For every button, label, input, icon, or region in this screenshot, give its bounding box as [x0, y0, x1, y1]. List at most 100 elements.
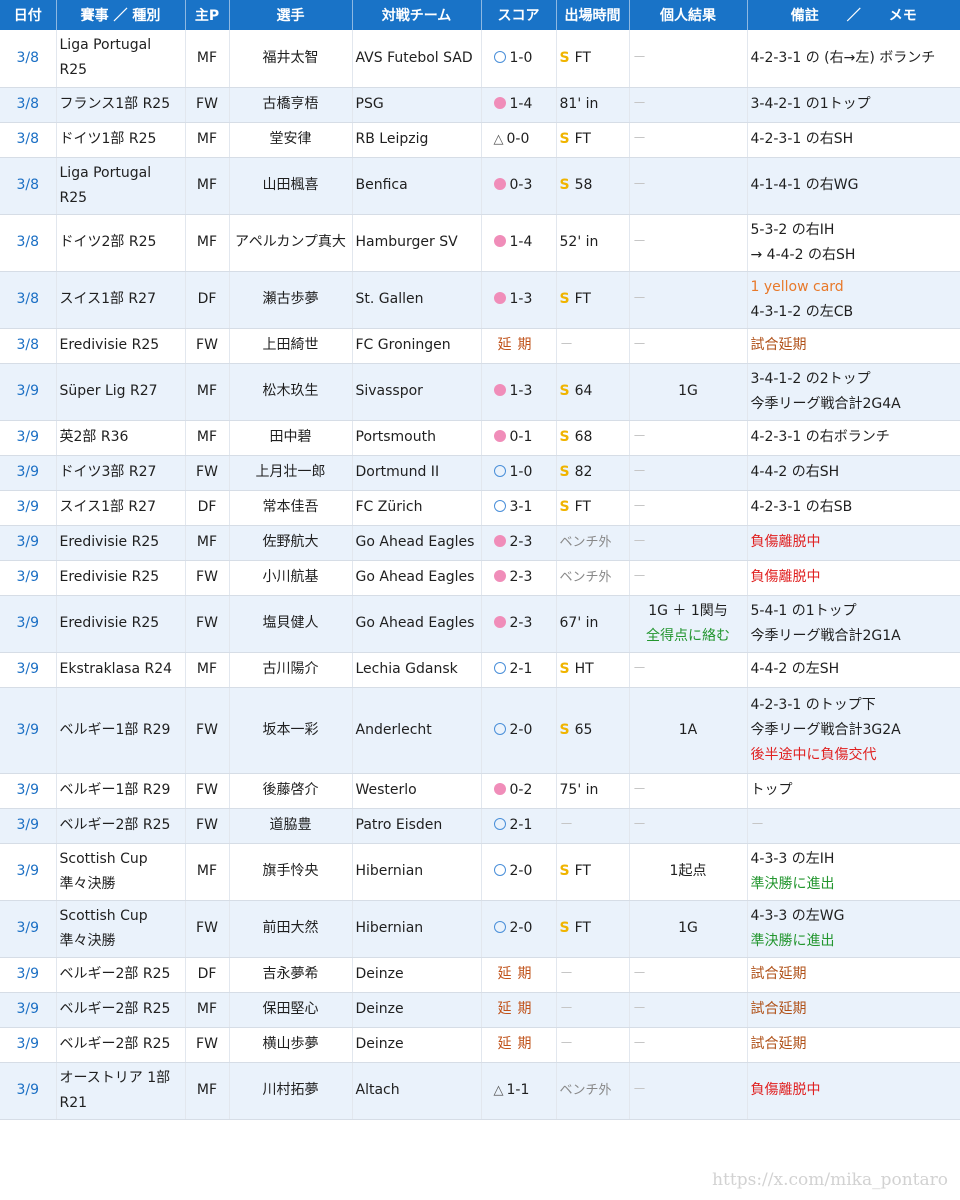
date-cell: 3/9 [0, 843, 57, 901]
competition-cell: スイス1部 R27 [56, 490, 186, 526]
player-cell: 横山歩夢 [229, 1027, 353, 1063]
score-cell: 2-3 [481, 560, 557, 596]
competition-line: ドイツ3部 R27 [59, 464, 157, 480]
table-row: 3/8 Liga Portugal R25 MF 福井太智 AVS Futebol SAD… [0, 30, 960, 88]
competition-line: Eredivisie R25 [59, 534, 160, 550]
score-value: 延期 [497, 966, 538, 982]
loss-dot-icon [493, 783, 506, 795]
result-line: － [632, 817, 647, 833]
player-cell: 後藤啓介 [229, 773, 353, 809]
score-value: 1-4 [509, 96, 533, 112]
note-line: 試合延期 [750, 337, 807, 353]
table-row: 3/8 ドイツ2部 R25 MF アペルカンプ真大 Hamburger SV 1-4 52'… [0, 214, 960, 272]
score-value: 1-3 [509, 291, 533, 307]
loss-dot-icon [493, 384, 506, 396]
table-row: 3/9 Scottish Cup 準々決勝 FW 前田大然 Hibernian 2-0 S FT… [0, 900, 960, 958]
minutes-value: 65 [574, 721, 593, 738]
position-cell: FW [185, 87, 230, 123]
position-cell: FW [185, 1027, 230, 1063]
note-line: 後半途中に負傷交代 [750, 746, 877, 763]
note-cell: 負傷離脱中 [747, 1062, 960, 1120]
date-cell: 3/9 [0, 808, 57, 844]
competition-cell: ベルギー1部 R29 [56, 773, 186, 809]
opponent-cell: Anderlecht [352, 687, 482, 774]
result-cell: － [629, 652, 748, 688]
score-value: 2-1 [509, 661, 533, 677]
competition-line: R21 [59, 1094, 88, 1111]
date-cell: 3/8 [0, 30, 57, 88]
minutes-value: ベンチ外 [559, 535, 612, 550]
note-line: 負傷離脱中 [750, 1082, 821, 1098]
competition-cell: Liga Portugal R25 [56, 30, 186, 88]
date-cell: 3/9 [0, 992, 57, 1028]
result-line: － [632, 429, 647, 445]
competition-line: Eredivisie R25 [59, 337, 160, 353]
table-row: 3/9 ベルギー2部 R25 MF 保田堅心 Deinze 延期 － － 試合延期 [0, 992, 960, 1028]
player-cell: 堂安律 [229, 122, 353, 158]
loss-dot-icon [493, 535, 506, 547]
minutes-value: 75' in [559, 782, 599, 798]
result-line: 1G [678, 920, 698, 936]
player-cell: 小川航基 [229, 560, 353, 596]
player-cell: 吉永夢希 [229, 957, 353, 993]
position-cell: FW [185, 455, 230, 491]
opponent-cell: Go Ahead Eagles [352, 560, 482, 596]
table-row: 3/8 Eredivisie R25 FW 上田綺世 FC Groningen 延期 － － 試… [0, 328, 960, 364]
table-row: 3/9 ベルギー2部 R25 FW 道脇豊 Patro Eisden 2-1 － － － [0, 808, 960, 844]
result-cell: 1A [629, 687, 748, 774]
score-cell: 1-3 [481, 271, 557, 329]
header-player: 選手 [229, 0, 353, 30]
competition-cell: ベルギー2部 R25 [56, 808, 186, 844]
table-row: 3/9 ドイツ3部 R27 FW 上月壮一郎 Dortmund II 1-0 S 82 － 4-4… [0, 455, 960, 491]
opponent-cell: Altach [352, 1062, 482, 1120]
win-circle-icon [493, 921, 506, 933]
minutes-cell: ベンチ外 [556, 1062, 630, 1120]
note-line: → 4-4-2 の右SH [750, 246, 856, 263]
player-cell: 古川陽介 [229, 652, 353, 688]
competition-line: ベルギー2部 R25 [59, 1036, 171, 1052]
position-cell: DF [185, 271, 230, 329]
score-cell: 0-1 [481, 420, 557, 456]
competition-cell: ベルギー2部 R25 [56, 957, 186, 993]
competition-line: ドイツ1部 R25 [59, 131, 157, 147]
watermark: https://x.com/mika_pontaro [712, 1170, 948, 1190]
result-line: － [632, 966, 647, 982]
date-cell: 3/9 [0, 652, 57, 688]
table-row: 3/9 英2部 R36 MF 田中碧 Portsmouth 0-1 S 68 － 4-2-3-1 … [0, 420, 960, 456]
position-cell: MF [185, 157, 230, 215]
competition-line: ベルギー2部 R25 [59, 966, 171, 982]
starter-s-icon: S [559, 661, 570, 677]
minutes-value: 82 [574, 464, 593, 480]
note-line: 今季リーグ戦合計3G2A [750, 721, 901, 738]
date-cell: 3/9 [0, 900, 57, 958]
note-line: 4-2-3-1 の右SB [750, 499, 853, 515]
minutes-cell: － [556, 1027, 630, 1063]
note-cell: 4-2-3-1 の (右→左) ボランチ [747, 30, 960, 88]
starter-s-icon: S [559, 291, 570, 307]
note-line: 負傷離脱中 [750, 534, 821, 550]
competition-line: Süper Lig R27 [59, 383, 158, 399]
loss-dot-icon [493, 292, 506, 304]
note-cell: 試合延期 [747, 1027, 960, 1063]
position-cell: MF [185, 122, 230, 158]
position-cell: MF [185, 843, 230, 901]
position-cell: MF [185, 525, 230, 561]
competition-cell: スイス1部 R27 [56, 271, 186, 329]
note-line: 今季リーグ戦合計2G4A [750, 395, 901, 412]
note-line: トップ [750, 782, 793, 798]
opponent-cell: Hibernian [352, 900, 482, 958]
player-cell: 古橋亨梧 [229, 87, 353, 123]
result-line: － [632, 337, 647, 353]
table-row: 3/9 スイス1部 R27 DF 常本佳吾 FC Zürich 3-1 S FT － 4-2-3-… [0, 490, 960, 526]
starter-s-icon: S [559, 131, 570, 147]
note-line: 準決勝に進出 [750, 875, 835, 892]
table-row: 3/8 ドイツ1部 R25 MF 堂安律 RB Leipzig △ 0-0 S FT － 4-2-3… [0, 122, 960, 158]
minutes-value: FT [574, 920, 591, 936]
minutes-cell: 75' in [556, 773, 630, 809]
result-cell: － [629, 490, 748, 526]
note-cell: 5-3-2 の右IH → 4-4-2 の右SH [747, 214, 960, 272]
result-cell: － [629, 808, 748, 844]
note-cell: 3-4-2-1 の1トップ [747, 87, 960, 123]
note-cell: 1 yellow card 4-3-1-2 の左CB [747, 271, 960, 329]
header-date: 日付 [0, 0, 57, 30]
